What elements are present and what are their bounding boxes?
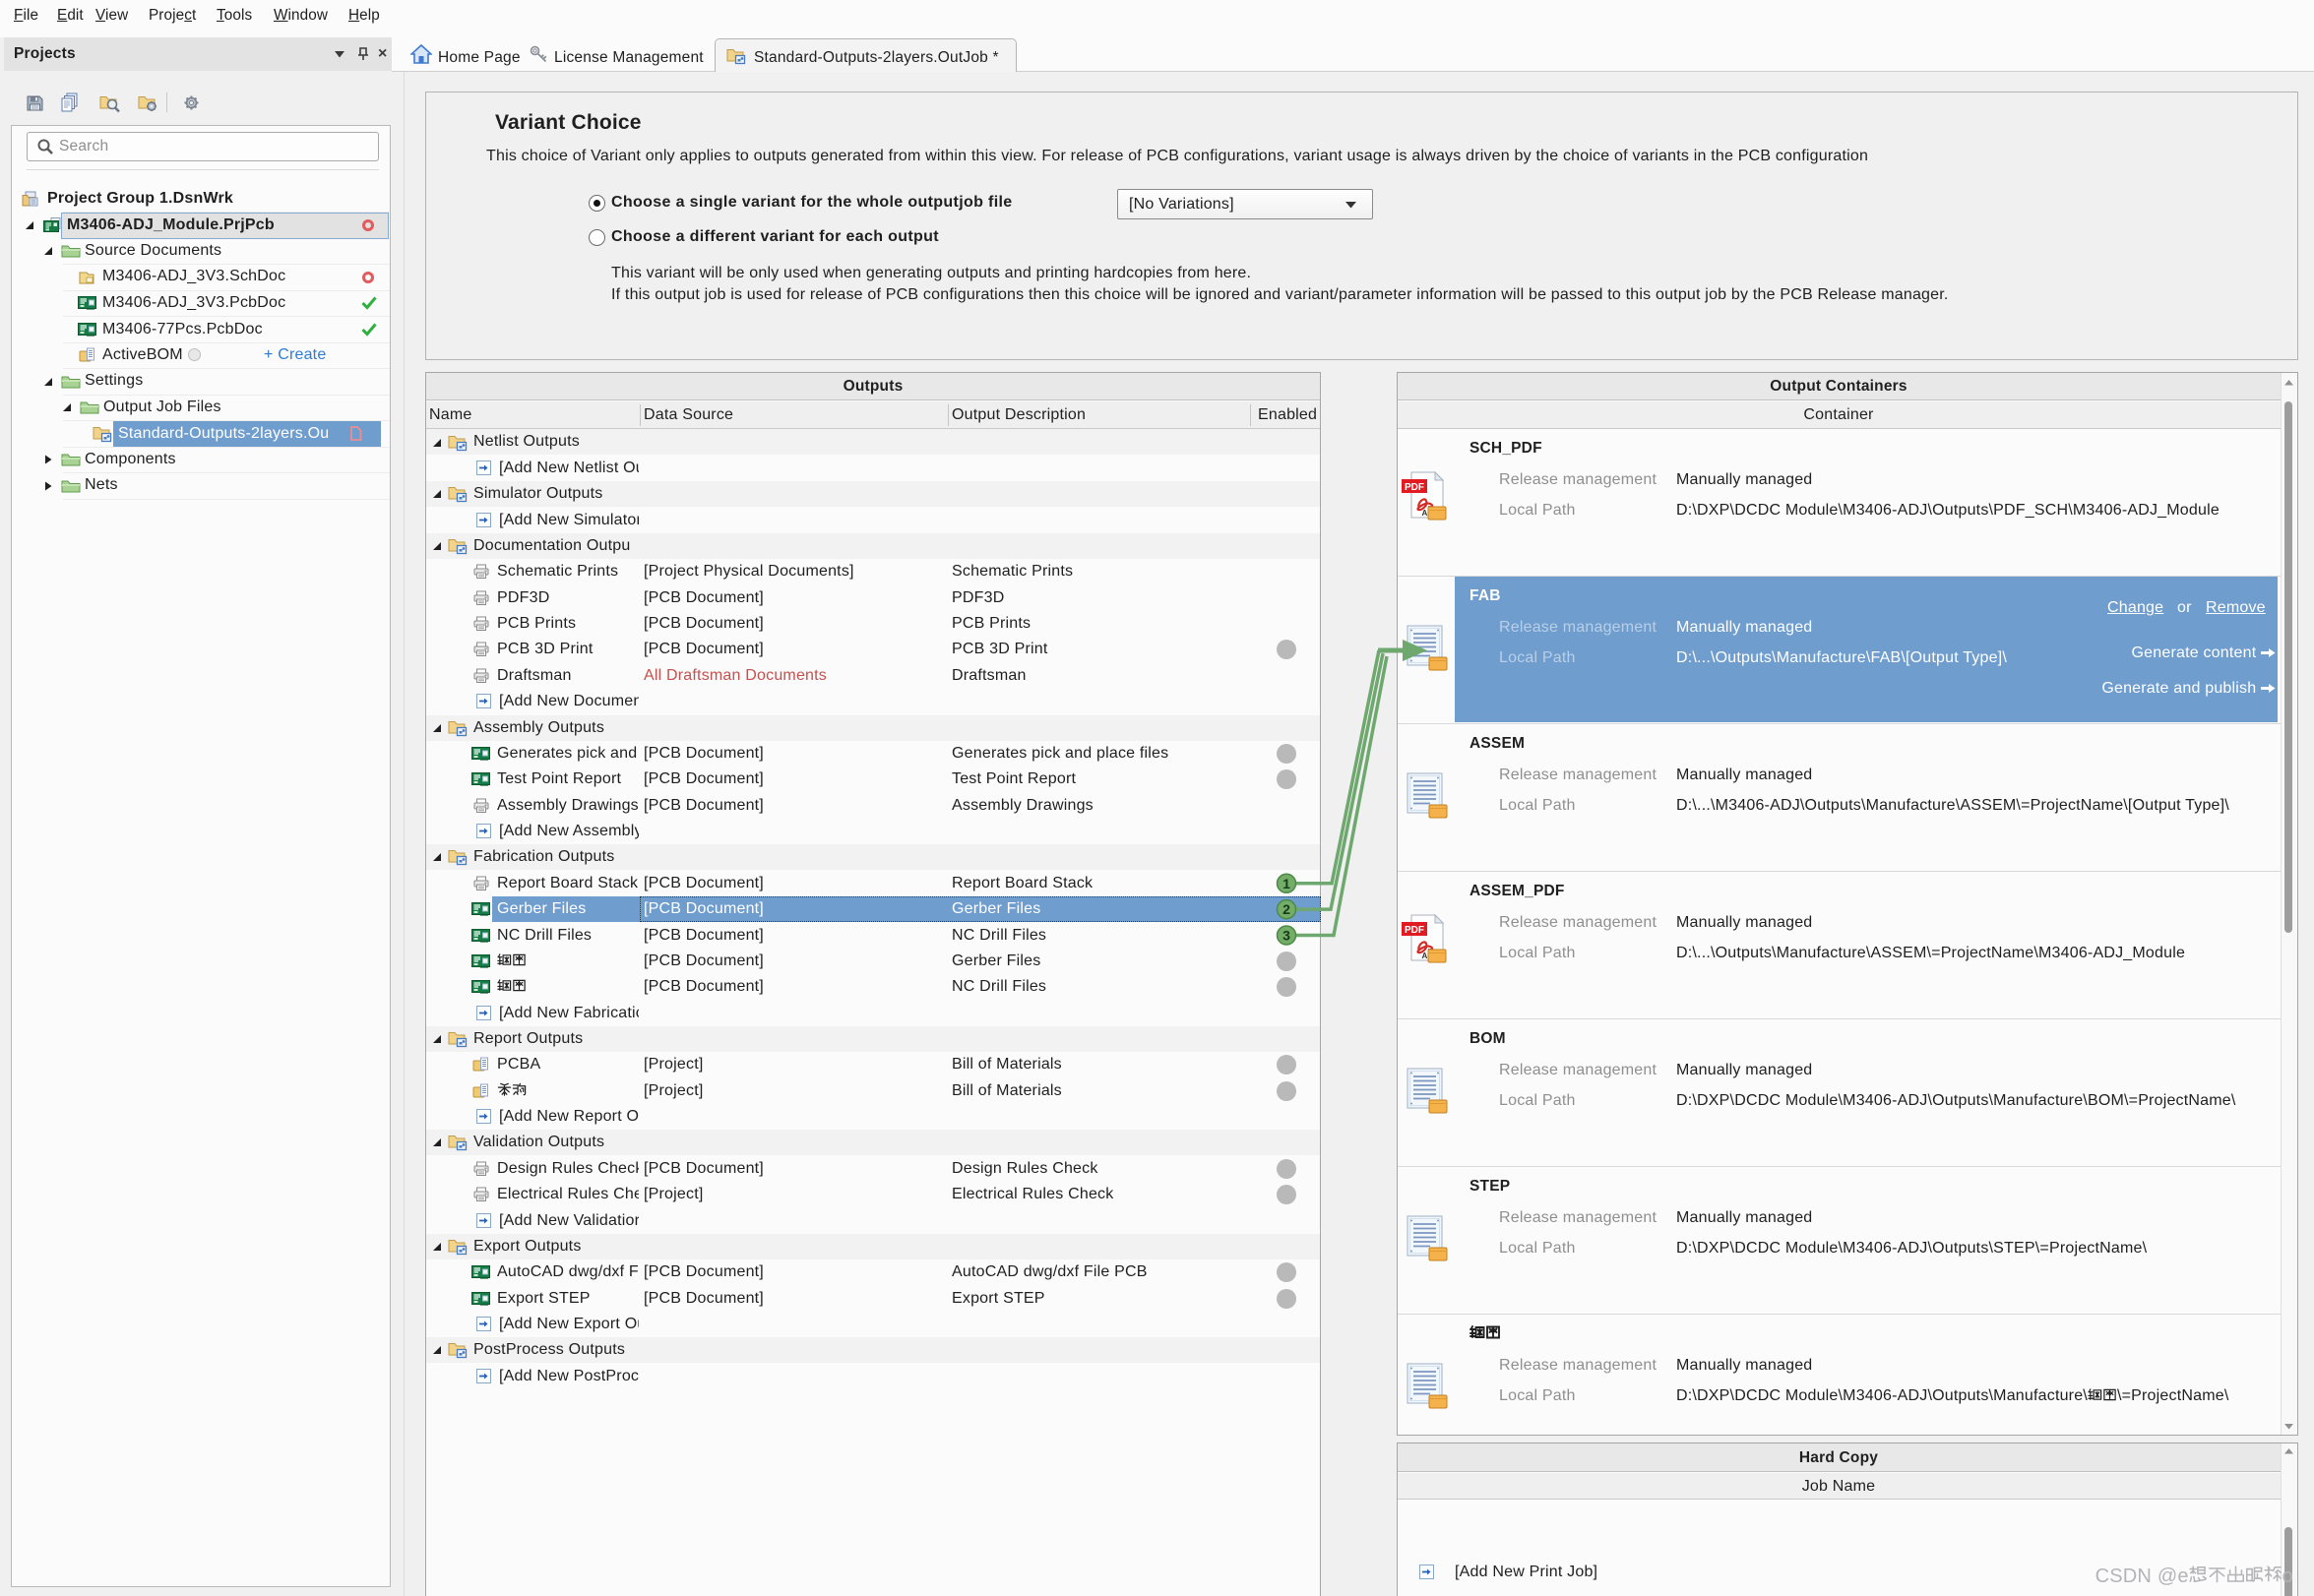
- svg-text:PDF: PDF: [1405, 482, 1424, 493]
- svg-text:PDF: PDF: [1405, 925, 1424, 936]
